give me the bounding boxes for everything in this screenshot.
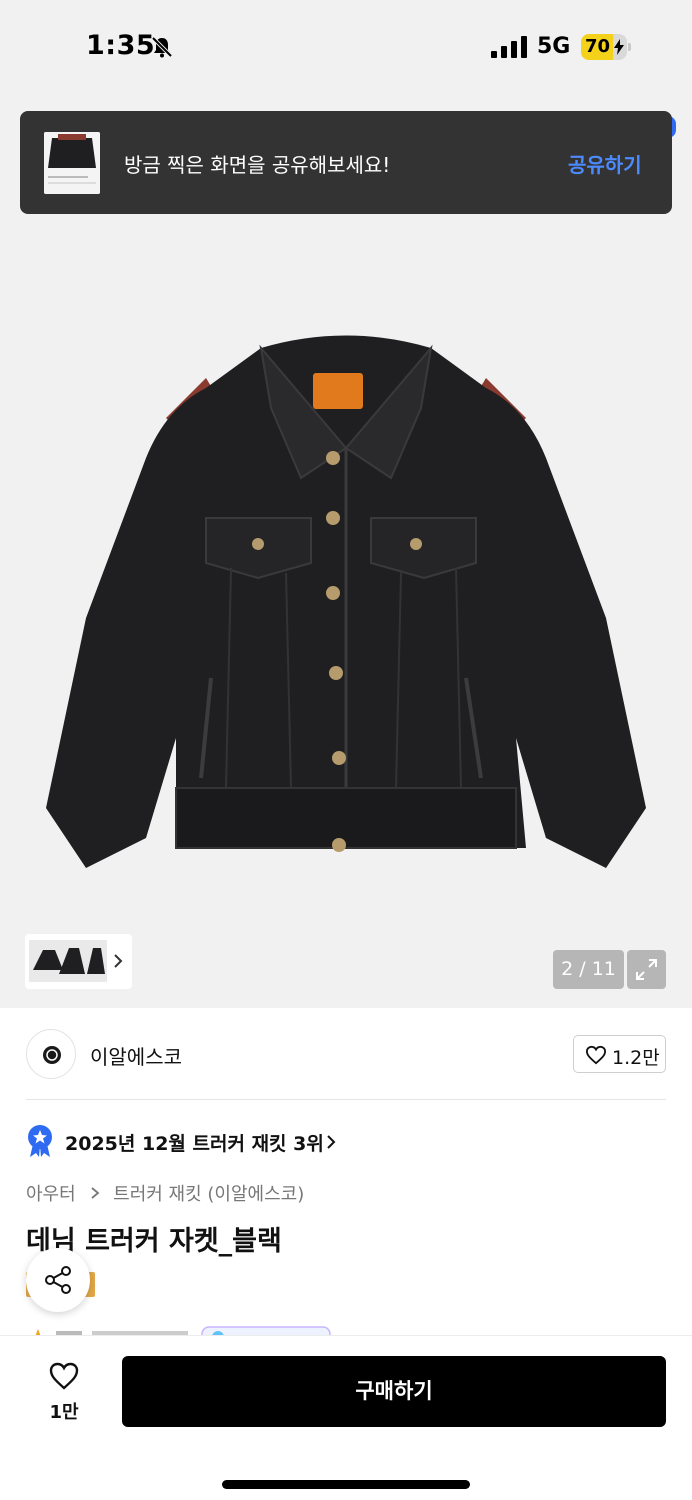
battery-charging-icon: 70 bbox=[581, 34, 631, 60]
chevron-right-icon bbox=[114, 954, 123, 968]
bolt-icon bbox=[614, 39, 624, 55]
brand-name[interactable]: 이알에스코 bbox=[90, 1041, 182, 1070]
heart-icon[interactable] bbox=[48, 1361, 80, 1391]
status-bar: 1:35 5G 70 bbox=[0, 0, 692, 96]
toast-message: 방금 찍은 화면을 공유해보세요! bbox=[124, 153, 391, 177]
share-toast[interactable]: 방금 찍은 화면을 공유해보세요! 공유하기 bbox=[20, 111, 672, 214]
brand-like-button[interactable]: 1.2만 bbox=[573, 1035, 666, 1073]
chevron-right-icon bbox=[327, 1135, 336, 1149]
share-icon bbox=[45, 1266, 71, 1294]
brand-like-count: 1.2만 bbox=[612, 1047, 660, 1069]
network-label: 5G bbox=[537, 34, 571, 59]
breadcrumb: 아우터 트러커 재킷 (이알에스코) bbox=[26, 1180, 304, 1206]
signal-icon bbox=[491, 36, 527, 58]
rank-text: 2025년 12월 트러커 재킷 3위 bbox=[65, 1133, 324, 1155]
page-counter: 2 / 11 bbox=[553, 950, 624, 989]
breadcrumb-item-outer[interactable]: 아우터 bbox=[26, 1184, 76, 1205]
chevron-right-icon bbox=[91, 1187, 100, 1199]
heart-icon bbox=[585, 1045, 607, 1065]
wish-count: 1만 bbox=[49, 1402, 79, 1423]
divider bbox=[26, 1099, 666, 1100]
product-image[interactable] bbox=[46, 318, 646, 878]
breadcrumb-item-category[interactable]: 트러커 재킷 (이알에스코) bbox=[113, 1184, 304, 1205]
expand-icon bbox=[636, 959, 657, 980]
share-button[interactable] bbox=[26, 1248, 90, 1312]
bell-slash-icon bbox=[151, 36, 173, 58]
status-time: 1:35 bbox=[86, 30, 156, 61]
home-indicator[interactable] bbox=[222, 1480, 470, 1489]
buy-button[interactable]: 구매하기 bbox=[122, 1356, 666, 1427]
rank-badge-icon bbox=[28, 1125, 52, 1157]
bottom-action-bar: 1만 구매하기 bbox=[0, 1335, 692, 1500]
ranking-link[interactable]: 2025년 12월 트러커 재킷 3위 bbox=[26, 1124, 356, 1158]
rating-row bbox=[26, 1322, 336, 1336]
screenshot-thumbnail bbox=[44, 132, 100, 194]
brand-row[interactable]: 이알에스코 1.2만 bbox=[0, 1008, 692, 1100]
brand-logo[interactable] bbox=[26, 1029, 76, 1079]
toast-share-button[interactable]: 공유하기 bbox=[568, 149, 642, 178]
thumbnail-images[interactable] bbox=[29, 940, 107, 982]
expand-button[interactable] bbox=[627, 950, 666, 989]
thumbnail-strip[interactable] bbox=[25, 934, 132, 989]
battery-percent: 70 bbox=[585, 36, 611, 57]
